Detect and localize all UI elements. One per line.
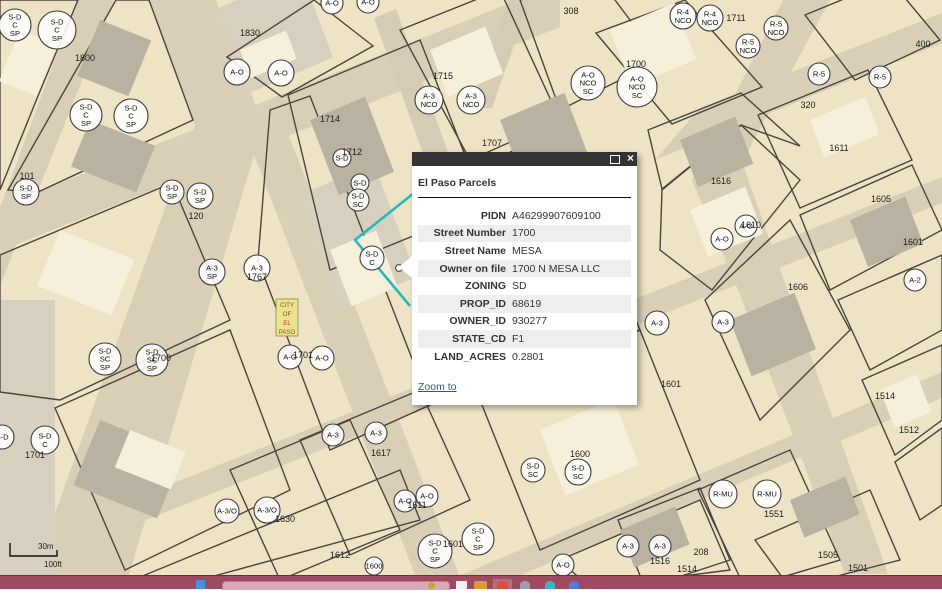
svg-text:S-D: S-D [0, 433, 9, 442]
svg-text:R-MU: R-MU [713, 490, 733, 499]
svg-text:1616: 1616 [711, 176, 731, 186]
svg-text:1601: 1601 [443, 539, 463, 549]
svg-text:SC: SC [353, 200, 364, 209]
svg-text:1630: 1630 [275, 514, 295, 524]
svg-text:308: 308 [563, 6, 578, 16]
svg-text:NCO: NCO [768, 28, 785, 37]
svg-text:1600: 1600 [366, 562, 383, 571]
svg-text:SP: SP [21, 192, 31, 201]
svg-text:A-O: A-O [274, 69, 288, 78]
svg-text:101: 101 [19, 171, 34, 181]
svg-text:SC: SC [573, 472, 584, 481]
svg-text:SP: SP [147, 364, 157, 373]
svg-text:OF: OF [283, 311, 292, 318]
svg-text:PASO: PASO [279, 329, 296, 336]
svg-text:NCO: NCO [702, 18, 719, 27]
svg-text:SP: SP [100, 363, 110, 372]
svg-text:SP: SP [207, 272, 217, 281]
svg-text:A-O: A-O [230, 68, 244, 77]
svg-text:A-3: A-3 [651, 319, 663, 328]
svg-text:1551: 1551 [764, 509, 784, 519]
svg-text:1605: 1605 [871, 194, 891, 204]
svg-text:30m: 30m [38, 542, 54, 551]
svg-text:1514: 1514 [677, 564, 697, 574]
svg-text:A-3: A-3 [327, 431, 339, 440]
svg-text:SP: SP [430, 555, 440, 564]
svg-text:SP: SP [126, 120, 136, 129]
svg-text:320: 320 [800, 100, 815, 110]
svg-text:R-5: R-5 [813, 70, 825, 79]
svg-text:SP: SP [10, 29, 20, 38]
svg-text:1601: 1601 [903, 237, 923, 247]
svg-text:100ft: 100ft [44, 560, 63, 569]
svg-text:NCO: NCO [421, 100, 438, 109]
svg-text:1712: 1712 [342, 147, 362, 157]
svg-text:A-O: A-O [715, 235, 729, 244]
svg-text:1715: 1715 [433, 71, 453, 81]
svg-text:1600: 1600 [570, 449, 590, 459]
svg-text:A-3/O: A-3/O [217, 507, 237, 516]
svg-text:1501: 1501 [848, 563, 868, 573]
svg-text:1767: 1767 [247, 272, 267, 282]
svg-text:1700: 1700 [151, 353, 171, 363]
svg-text:SP: SP [195, 196, 205, 205]
svg-text:400: 400 [915, 39, 930, 49]
svg-text:A-O: A-O [556, 561, 570, 570]
svg-text:1505: 1505 [818, 550, 838, 560]
svg-text:NCO: NCO [463, 100, 480, 109]
svg-text:1711: 1711 [726, 13, 745, 23]
svg-text:SC: SC [632, 91, 643, 100]
svg-text:120: 120 [188, 211, 203, 221]
svg-text:EL: EL [283, 320, 291, 327]
svg-text:SP: SP [473, 543, 483, 552]
svg-text:A-2: A-2 [909, 276, 921, 285]
svg-text:1610: 1610 [741, 220, 761, 230]
svg-text:1800: 1800 [75, 53, 95, 63]
svg-text:1611: 1611 [407, 500, 426, 510]
svg-text:A-3: A-3 [370, 429, 382, 438]
svg-text:CITY: CITY [280, 302, 294, 309]
svg-text:SP: SP [167, 192, 177, 201]
svg-text:1701: 1701 [293, 350, 313, 360]
svg-text:1714: 1714 [320, 114, 340, 124]
svg-text:1512: 1512 [899, 425, 919, 435]
svg-text:1617: 1617 [371, 448, 391, 458]
svg-text:A-O: A-O [325, 0, 339, 8]
svg-text:A-O: A-O [361, 0, 375, 7]
svg-text:C: C [369, 258, 375, 267]
svg-text:1611: 1611 [829, 143, 848, 153]
svg-text:A-3: A-3 [717, 318, 729, 327]
svg-text:1601: 1601 [661, 379, 681, 389]
svg-text:SP: SP [81, 119, 91, 128]
svg-text:NCO: NCO [675, 16, 692, 25]
svg-text:SP: SP [52, 34, 62, 43]
svg-text:208: 208 [693, 547, 708, 557]
svg-text:A-O: A-O [315, 354, 329, 363]
svg-text:1612: 1612 [330, 550, 350, 560]
svg-text:1516: 1516 [650, 556, 670, 566]
svg-text:NCO: NCO [740, 46, 757, 55]
svg-text:SC: SC [528, 470, 539, 479]
svg-text:C: C [42, 440, 48, 449]
svg-text:1514: 1514 [875, 391, 895, 401]
svg-text:1701: 1701 [25, 450, 45, 460]
svg-text:SC: SC [583, 87, 594, 96]
svg-text:1700: 1700 [626, 59, 646, 69]
svg-text:S-D: S-D [353, 179, 367, 188]
svg-text:A-3: A-3 [622, 542, 634, 551]
svg-text:1707: 1707 [482, 138, 502, 148]
svg-text:R-5: R-5 [874, 73, 886, 82]
svg-text:R-MU: R-MU [757, 490, 777, 499]
svg-text:A-3: A-3 [654, 542, 666, 551]
svg-text:1606: 1606 [788, 282, 808, 292]
svg-text:1830: 1830 [240, 28, 260, 38]
